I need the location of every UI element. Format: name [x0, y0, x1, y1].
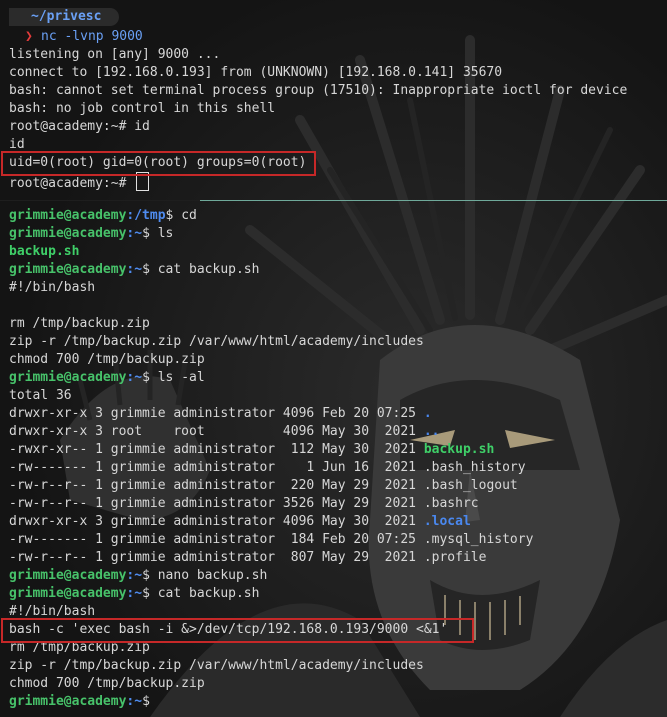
script-line: chmod 700 /tmp/backup.zip	[9, 676, 205, 691]
listing-row: -rw-r--r-- 1 grimmie administrator 807 M…	[9, 549, 486, 567]
pane-divider-segment	[0, 200, 200, 201]
listing-name: .bashrc	[423, 496, 479, 511]
listing-row: -rw-r--r-- 1 grimmie administrator 3526 …	[9, 495, 479, 513]
listing-name: backup.sh	[423, 442, 495, 457]
listing-meta: drwxr-xr-x 3 grimmie administrator 4096 …	[9, 514, 424, 529]
command-text: $ cat backup.sh	[142, 262, 260, 277]
prompt-user: grimmie@academy	[9, 586, 127, 601]
listing-meta: drwxr-xr-x 3 grimmie administrator 4096 …	[9, 406, 424, 421]
prompt-path: :~	[126, 694, 143, 709]
prompt-path: :~	[126, 568, 143, 583]
prompt-line: grimmie@academy:~$ nano backup.sh	[9, 567, 267, 585]
terminal-pane-top[interactable]: ~/privesc ❯ nc -lvnp 9000 listening on […	[0, 0, 667, 197]
ls-total: total 36	[9, 388, 72, 403]
prompt-path: :~	[126, 586, 143, 601]
prompt-path: :~	[126, 226, 143, 241]
listing-meta: -rw-r--r-- 1 grimmie administrator 220 M…	[9, 478, 424, 493]
listing-row: -rwxr-xr-- 1 grimmie administrator 112 M…	[9, 441, 494, 459]
listing-row: drwxr-xr-x 3 grimmie administrator 4096 …	[9, 513, 471, 531]
command-text: $ nano backup.sh	[142, 568, 268, 583]
prompt-path: ~/privesc	[31, 9, 102, 24]
command-text: $ ls	[142, 226, 174, 241]
command-text: $ cd	[165, 208, 197, 223]
command-text: nc -lvnp 9000	[41, 29, 143, 44]
listing-meta: -rwxr-xr-- 1 grimmie administrator 112 M…	[9, 442, 424, 457]
listing-meta: -rw------- 1 grimmie administrator 1 Jun…	[9, 460, 424, 475]
command-text: $ ls -al	[142, 370, 205, 385]
listing-name: .profile	[423, 550, 487, 565]
prompt-line: grimmie@academy:~$ ls -al	[9, 369, 205, 387]
script-line: rm /tmp/backup.zip	[9, 316, 150, 331]
listing-name: .local	[423, 514, 471, 529]
prompt-line[interactable]: grimmie@academy:~$	[9, 693, 150, 711]
payload-highlight	[1, 618, 474, 643]
listing-row: -rw------- 1 grimmie administrator 1 Jun…	[9, 459, 526, 477]
listing-name: ..	[423, 424, 440, 439]
prompt-user: grimmie@academy	[9, 694, 127, 709]
listing-meta: -rw-r--r-- 1 grimmie administrator 3526 …	[9, 496, 424, 511]
output-line: bash: cannot set terminal process group …	[9, 83, 628, 98]
listing-row: -rw-r--r-- 1 grimmie administrator 220 M…	[9, 477, 518, 495]
command-text: $ cat backup.sh	[142, 586, 260, 601]
prompt-user: grimmie@academy	[9, 370, 127, 385]
output-line: connect to [192.168.0.193] from (UNKNOWN…	[9, 65, 503, 80]
root-prompt: root@academy:~#	[9, 176, 135, 191]
listing-row: drwxr-xr-x 3 root root 4096 May 30 2021 …	[9, 423, 439, 441]
prompt-line: grimmie@academy:~$ cat backup.sh	[9, 585, 259, 603]
listing-name: .mysql_history	[423, 532, 534, 547]
prompt-path: :~	[126, 370, 143, 385]
script-line: chmod 700 /tmp/backup.zip	[9, 352, 205, 367]
listing-meta: -rw------- 1 grimmie administrator 184 F…	[9, 532, 424, 547]
ls-output: backup.sh	[9, 244, 80, 259]
listing-name: .	[423, 406, 432, 421]
prompt-user: grimmie@academy	[9, 568, 127, 583]
listing-row: drwxr-xr-x 3 grimmie administrator 4096 …	[9, 405, 432, 423]
listing-row: -rw------- 1 grimmie administrator 184 F…	[9, 531, 533, 549]
script-line: #!/bin/bash	[9, 280, 96, 295]
prompt-user: grimmie@academy	[9, 226, 127, 241]
root-prompt-line: root@academy:~# id	[9, 119, 150, 134]
output-line: listening on [any] 9000 ...	[9, 47, 221, 62]
prompt-path: :/tmp	[126, 208, 166, 223]
listing-meta: -rw-r--r-- 1 grimmie administrator 807 M…	[9, 550, 424, 565]
listing-name: .bash_logout	[423, 478, 518, 493]
terminal-pane-bottom[interactable]: grimmie@academy:/tmp$ cd grimmie@academy…	[0, 202, 667, 717]
prompt-line: grimmie@academy:~$ ls	[9, 225, 173, 243]
script-line: zip -r /tmp/backup.zip /var/www/html/aca…	[9, 658, 424, 673]
command-text: $	[142, 694, 150, 709]
script-line: zip -r /tmp/backup.zip /var/www/html/aca…	[9, 334, 424, 349]
output-line: bash: no job control in this shell	[9, 101, 276, 116]
prompt-path: :~	[126, 262, 143, 277]
prompt-user: grimmie@academy	[9, 208, 127, 223]
prompt-line: grimmie@academy:~$ cat backup.sh	[9, 261, 259, 279]
listing-name: .bash_history	[423, 460, 526, 475]
chevron-right-icon: ❯	[25, 29, 33, 44]
prompt-user: grimmie@academy	[9, 262, 127, 277]
prompt-line: grimmie@academy:/tmp$ cd	[9, 207, 197, 225]
root-id-highlight	[1, 151, 316, 176]
listing-meta: drwxr-xr-x 3 root root 4096 May 30 2021	[9, 424, 424, 439]
